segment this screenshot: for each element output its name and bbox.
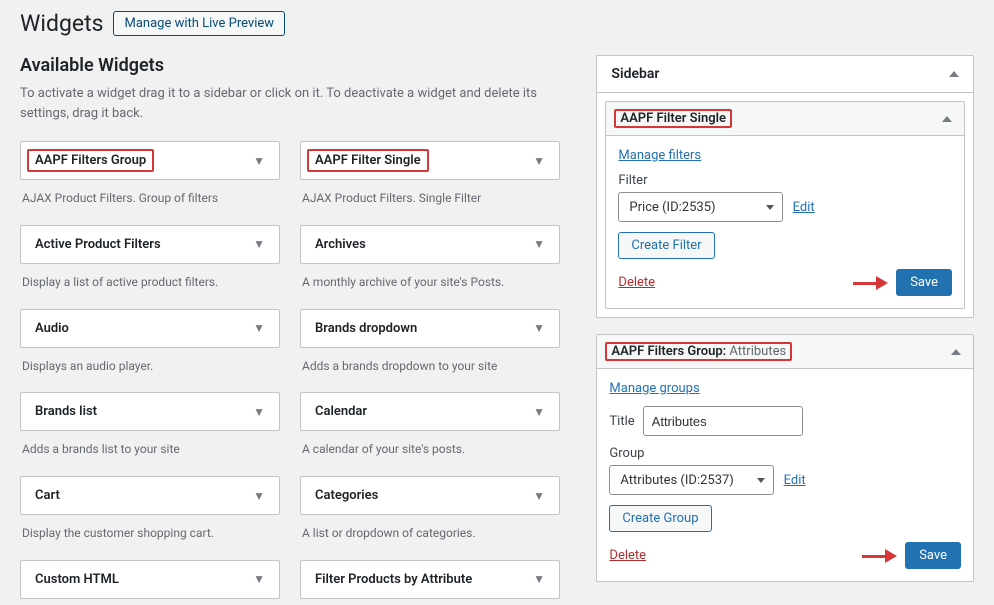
create-filter-button[interactable]: Create Filter <box>618 232 714 259</box>
title-input[interactable] <box>643 406 803 436</box>
filter-label: Filter <box>618 173 952 188</box>
manage-groups-link[interactable]: Manage groups <box>609 381 699 396</box>
annotation-arrow-icon <box>862 551 897 561</box>
widget-brands-dropdown[interactable]: Brands dropdown ▼ <box>300 309 560 348</box>
widget-list-right: AAPF Filter Single ▼ AJAX Product Filter… <box>300 141 560 599</box>
chevron-down-icon <box>766 205 774 210</box>
save-button[interactable]: Save <box>905 542 961 569</box>
chevron-down-icon: ▼ <box>533 237 545 251</box>
edit-filter-link[interactable]: Edit <box>793 200 815 215</box>
chevron-down-icon: ▼ <box>533 572 545 586</box>
collapse-icon <box>951 349 961 355</box>
chevron-down-icon: ▼ <box>533 489 545 503</box>
annotation-arrow-icon <box>853 278 888 288</box>
widget-custom-html[interactable]: Custom HTML ▼ <box>20 560 280 599</box>
sidebar-column: Sidebar AAPF Filter Single Manage filter… <box>596 55 974 599</box>
chevron-down-icon <box>757 478 765 483</box>
widget-desc: Adds a brands list to your site <box>20 431 280 476</box>
delete-widget-link[interactable]: Delete <box>618 275 655 290</box>
widget-desc: A monthly archive of your site's Posts. <box>300 264 560 309</box>
widget-filter-products-by-attribute[interactable]: Filter Products by Attribute ▼ <box>300 560 560 599</box>
highlight-box: AAPF Filters Group: Attributes <box>605 342 792 361</box>
chevron-down-icon: ▼ <box>253 321 265 335</box>
widget-categories[interactable]: Categories ▼ <box>300 476 560 515</box>
widget-desc: A list or dropdown of categories. <box>300 515 560 560</box>
widget-desc: AJAX Product Filters. Single Filter <box>300 180 560 225</box>
widget-audio[interactable]: Audio ▼ <box>20 309 280 348</box>
highlight-box: AAPF Filter Single <box>307 149 429 172</box>
available-widgets-title: Available Widgets <box>20 55 576 76</box>
widget-desc: A calendar of your site's posts. <box>300 431 560 476</box>
widget-panel-filters-group: AAPF Filters Group: Attributes Manage gr… <box>597 335 973 581</box>
delete-widget-link[interactable]: Delete <box>609 548 646 563</box>
widget-panel-filters-group-box: AAPF Filters Group: Attributes Manage gr… <box>596 334 974 582</box>
group-label: Group <box>609 446 961 461</box>
widget-desc: AJAX Product Filters. Group of filters <box>20 180 280 225</box>
widget-desc: Display the customer shopping cart. <box>20 515 280 560</box>
edit-group-link[interactable]: Edit <box>784 473 806 488</box>
widget-calendar[interactable]: Calendar ▼ <box>300 392 560 431</box>
highlight-box: AAPF Filters Group <box>27 149 154 172</box>
chevron-down-icon: ▼ <box>533 154 545 168</box>
chevron-down-icon: ▼ <box>253 405 265 419</box>
chevron-down-icon: ▼ <box>253 237 265 251</box>
group-select[interactable]: Attributes (ID:2537) <box>609 465 774 495</box>
sidebar-area-header[interactable]: Sidebar <box>597 56 973 93</box>
chevron-down-icon: ▼ <box>533 321 545 335</box>
chevron-down-icon: ▼ <box>533 405 545 419</box>
highlight-box: AAPF Filter Single <box>614 109 732 128</box>
save-button[interactable]: Save <box>896 269 952 296</box>
page-title: Widgets <box>20 10 103 37</box>
available-widgets-column: Available Widgets To activate a widget d… <box>20 55 576 599</box>
widget-list-left: AAPF Filters Group ▼ AJAX Product Filter… <box>20 141 280 599</box>
chevron-down-icon: ▼ <box>253 154 265 168</box>
widget-aapf-filter-single[interactable]: AAPF Filter Single ▼ <box>300 141 560 180</box>
widget-brands-list[interactable]: Brands list ▼ <box>20 392 280 431</box>
widget-desc: Display a list of active product filters… <box>20 264 280 309</box>
create-group-button[interactable]: Create Group <box>609 505 711 532</box>
collapse-icon <box>949 71 959 77</box>
chevron-down-icon: ▼ <box>253 489 265 503</box>
widget-panel-filter-single: AAPF Filter Single Manage filters Filter… <box>605 101 965 309</box>
page-header: Widgets Manage with Live Preview <box>20 10 974 37</box>
manage-filters-link[interactable]: Manage filters <box>618 148 701 163</box>
title-label: Title <box>609 414 634 429</box>
widget-desc: Displays an audio player. <box>20 348 280 393</box>
available-widgets-help: To activate a widget drag it to a sideba… <box>20 84 576 123</box>
filter-select[interactable]: Price (ID:2535) <box>618 192 783 222</box>
widget-aapf-filters-group[interactable]: AAPF Filters Group ▼ <box>20 141 280 180</box>
chevron-down-icon: ▼ <box>253 572 265 586</box>
widget-cart[interactable]: Cart ▼ <box>20 476 280 515</box>
widget-desc: Adds a brands dropdown to your site <box>300 348 560 393</box>
collapse-icon <box>942 116 952 122</box>
widget-active-product-filters[interactable]: Active Product Filters ▼ <box>20 225 280 264</box>
manage-live-preview-button[interactable]: Manage with Live Preview <box>113 11 285 36</box>
widget-panel-header[interactable]: AAPF Filters Group: Attributes <box>597 335 973 369</box>
widget-archives[interactable]: Archives ▼ <box>300 225 560 264</box>
widget-panel-header[interactable]: AAPF Filter Single <box>606 102 964 136</box>
sidebar-area: Sidebar AAPF Filter Single Manage filter… <box>596 55 974 318</box>
